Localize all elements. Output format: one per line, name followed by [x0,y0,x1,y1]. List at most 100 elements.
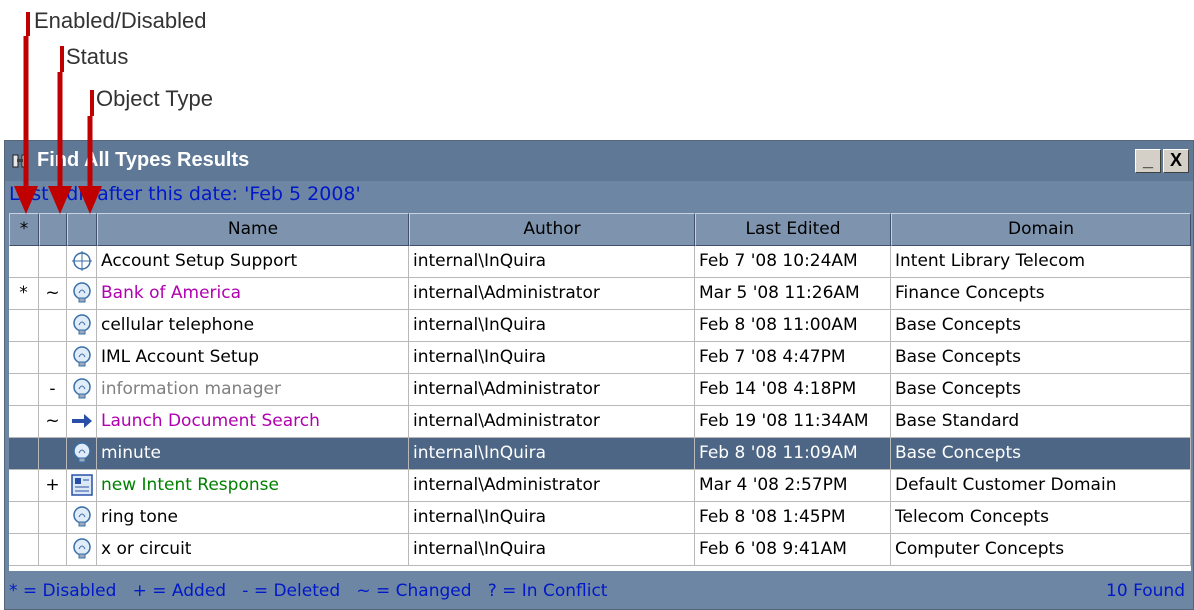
author-cell: internal\Administrator [409,406,695,438]
window-titlebar[interactable]: Find All Types Results _ X [5,141,1193,181]
type-cell [67,310,97,342]
status-cell [39,502,67,534]
filter-bar: Last edit after this date: 'Feb 5 2008' [5,181,1193,211]
enabled-disabled-annotation: Enabled/Disabled [34,8,207,33]
arrow-icon [70,409,94,433]
domain-cell: Finance Concepts [891,278,1191,310]
last-edited-cell: Mar 5 '08 11:26AM [695,278,891,310]
last-edited-cell: Feb 8 '08 11:09AM [695,438,891,470]
column-header-name[interactable]: Name [97,213,409,246]
status-bar: * = Disabled + = Added - = Deleted ~ = C… [5,573,1193,609]
type-cell [67,246,97,278]
last-edited-cell: Feb 14 '08 4:18PM [695,374,891,406]
last-edited-cell: Feb 8 '08 1:45PM [695,502,891,534]
table-row[interactable]: ~ Launch Document Search internal\Administ… [9,406,1191,438]
lightbulb-icon [70,537,94,561]
enabled-cell [9,342,39,374]
table-row[interactable]: minute internal\InQuira Feb 8 '08 11:09AM B… [9,438,1191,470]
name-cell: information manager [97,374,409,406]
author-cell: internal\Administrator [409,278,695,310]
table-row[interactable]: Account Setup Support internal\InQuira Feb… [9,246,1191,278]
author-cell: internal\InQuira [409,342,695,374]
name-cell: cellular telephone [97,310,409,342]
type-cell [67,438,97,470]
minimize-button[interactable]: _ [1135,149,1161,173]
column-header-type[interactable] [67,213,97,246]
enabled-cell [9,470,39,502]
crosshair-icon [70,249,94,273]
domain-cell: Default Customer Domain [891,470,1191,502]
status-cell: ~ [39,406,67,438]
author-cell: internal\InQuira [409,246,695,278]
enabled-cell [9,534,39,566]
lightbulb-icon [70,377,94,401]
table-row[interactable]: IML Account Setup internal\InQuira Feb 7 '… [9,342,1191,374]
column-header-domain[interactable]: Domain [891,213,1191,246]
table-row[interactable]: ring tone internal\InQuira Feb 8 '08 1:45P… [9,502,1191,534]
enabled-cell [9,406,39,438]
type-cell [67,342,97,374]
filter-description: Last edit after this date: 'Feb 5 2008' [9,183,361,205]
author-cell: internal\InQuira [409,534,695,566]
column-header-author[interactable]: Author [409,213,695,246]
domain-cell: Base Concepts [891,374,1191,406]
domain-cell: Computer Concepts [891,534,1191,566]
name-cell: new Intent Response [97,470,409,502]
enabled-cell: * [9,278,39,310]
table-row[interactable]: + new Intent Response internal\Administrat… [9,470,1191,502]
domain-cell: Intent Library Telecom [891,246,1191,278]
author-cell: internal\InQuira [409,502,695,534]
results-table: * Name Author Last Edited Domain Account… [9,213,1191,571]
close-button[interactable]: X [1163,149,1189,173]
status-cell: ~ [39,278,67,310]
binoculars-icon [12,154,28,168]
status-cell [39,246,67,278]
last-edited-cell: Feb 19 '08 11:34AM [695,406,891,438]
status-cell [39,310,67,342]
column-header-enabled[interactable]: * [9,213,39,246]
column-header-last-edited[interactable]: Last Edited [695,213,891,246]
domain-cell: Base Standard [891,406,1191,438]
author-cell: internal\InQuira [409,310,695,342]
domain-cell: Telecom Concepts [891,502,1191,534]
name-cell: IML Account Setup [97,342,409,374]
status-annotation: Status [66,44,129,69]
table-row[interactable]: * ~ Bank of America internal\Administrator M… [9,278,1191,310]
name-cell: minute [97,438,409,470]
status-cell: - [39,374,67,406]
status-cell [39,342,67,374]
lightbulb-icon [70,281,94,305]
lightbulb-icon [70,441,94,465]
type-cell [67,534,97,566]
object-type-annotation: Object Type [96,86,213,111]
status-legend: * = Disabled + = Added - = Deleted ~ = C… [9,581,608,601]
lightbulb-icon [70,505,94,529]
column-header-status[interactable] [39,213,67,246]
type-cell [67,278,97,310]
status-cell [39,534,67,566]
last-edited-cell: Mar 4 '08 2:57PM [695,470,891,502]
find-results-window: Find All Types Results _ X Last edit aft… [4,140,1194,610]
type-cell [67,470,97,502]
enabled-cell [9,502,39,534]
lightbulb-icon [70,313,94,337]
name-cell: ring tone [97,502,409,534]
enabled-cell [9,310,39,342]
status-cell [39,438,67,470]
name-cell: Bank of America [97,278,409,310]
object-type-marker [90,90,94,116]
last-edited-cell: Feb 6 '08 9:41AM [695,534,891,566]
author-cell: internal\Administrator [409,470,695,502]
response-icon [70,473,94,497]
table-row[interactable]: x or circuit internal\InQuira Feb 6 '08 9:… [9,534,1191,566]
lightbulb-icon [70,345,94,369]
enabled-cell [9,246,39,278]
table-row[interactable]: - information manager internal\Administrat… [9,374,1191,406]
author-cell: internal\InQuira [409,438,695,470]
name-cell: Account Setup Support [97,246,409,278]
status-cell: + [39,470,67,502]
name-cell: Launch Document Search [97,406,409,438]
result-count: 10 Found [1106,581,1185,601]
table-row[interactable]: cellular telephone internal\InQuira Feb 8 … [9,310,1191,342]
window-title: Find All Types Results [37,149,250,171]
